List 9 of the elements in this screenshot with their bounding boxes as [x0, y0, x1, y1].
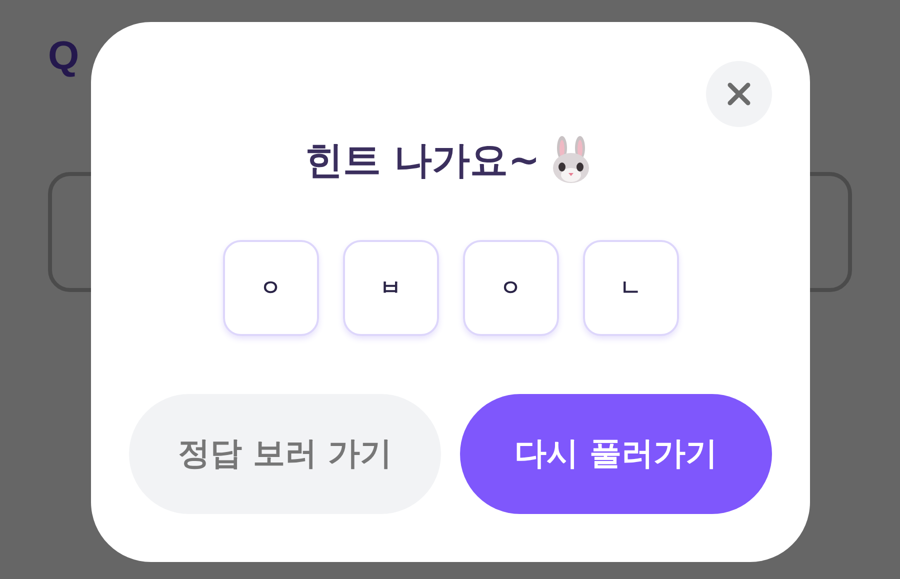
dialog-button[interactable]: 정답 보러 가기 [129, 394, 441, 514]
dialog-button[interactable]: 다시 풀러가기 [460, 394, 772, 514]
hint-tile: ㄴ [582, 240, 678, 336]
question-label: Q [48, 34, 80, 80]
close-icon [727, 82, 751, 106]
dialog-title: 힌트 나가요~ [304, 136, 540, 184]
hint-tile: ㅇ [222, 240, 318, 336]
hint-tile: ㅇ [462, 240, 558, 336]
hint-tile: ㅂ [342, 240, 438, 336]
